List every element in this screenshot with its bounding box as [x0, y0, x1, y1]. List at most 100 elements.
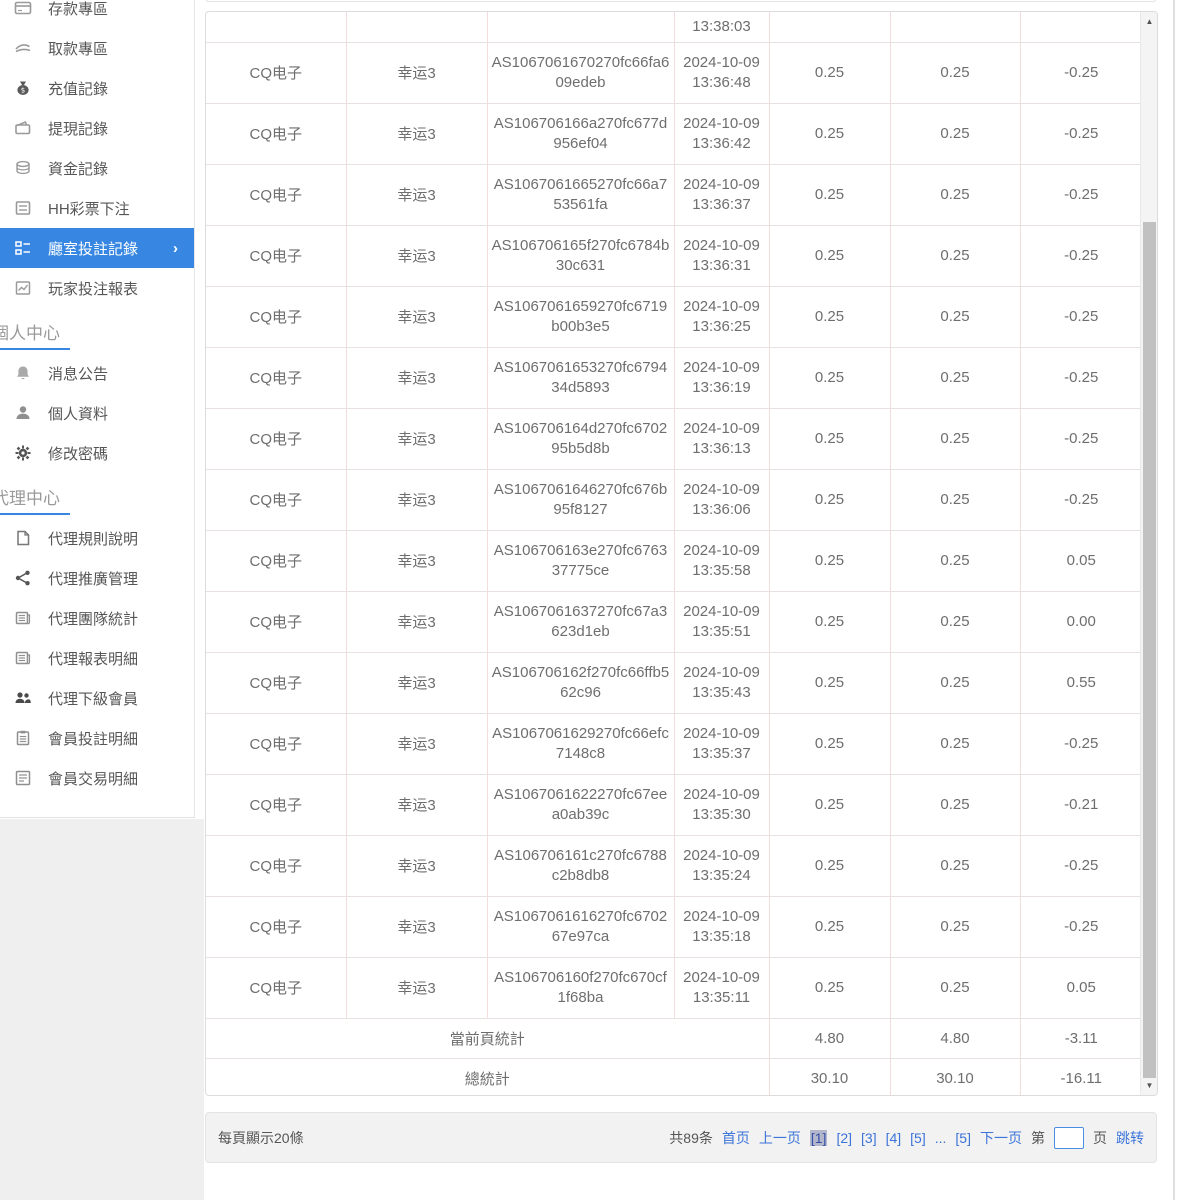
cell-valid-bet: 0.25: [890, 347, 1020, 408]
cell-game: 幸运3: [346, 896, 487, 957]
sidebar-item-agent-team-stats[interactable]: 代理團隊統計: [0, 598, 194, 638]
sidebar-section-agent-center: 代理中心: [0, 478, 194, 518]
sidebar-item-label: 代理下級會員: [48, 688, 138, 709]
first-page-link[interactable]: 首页: [722, 1128, 750, 1148]
sidebar-item-withdrawal-records[interactable]: 提現記錄: [0, 108, 194, 148]
cell-order-id: AS106706166a270fc677d956ef04: [487, 103, 674, 164]
page-number-4[interactable]: [4]: [886, 1130, 902, 1146]
cell-win-loss: -0.25: [1020, 103, 1142, 164]
page-number-3[interactable]: [3]: [861, 1130, 877, 1146]
sidebar-item-agent-rules[interactable]: 代理規則說明: [0, 518, 194, 558]
cell-bet: 0.25: [769, 591, 890, 652]
cell-provider: CQ电子: [206, 530, 346, 591]
cell-win-loss: -0.25: [1020, 896, 1142, 957]
sidebar-item-recharge-records[interactable]: $ 充值記錄: [0, 68, 194, 108]
sidebar-item-announcements[interactable]: 消息公告: [0, 353, 194, 393]
cell-datetime: 2024-10-09 13:36:31: [674, 225, 769, 286]
cell-win-loss: -0.25: [1020, 835, 1142, 896]
cell-game: [346, 12, 487, 42]
cell-datetime: 2024-10-09 13:36:37: [674, 164, 769, 225]
table-row: CQ电子 幸运3 AS1067061653270fc679434d5893 20…: [206, 347, 1142, 408]
summary-win-loss: -16.11: [1020, 1058, 1142, 1096]
per-page-label: 每頁顯示20條: [218, 1128, 304, 1148]
cell-win-loss: -0.25: [1020, 347, 1142, 408]
sidebar-item-profile[interactable]: 個人資料: [0, 393, 194, 433]
cell-win-loss: -0.25: [1020, 164, 1142, 225]
table-scrollbar[interactable]: ▲ ▼: [1140, 12, 1157, 1095]
sidebar-item-withdraw-zone[interactable]: 取款專區: [0, 28, 194, 68]
sidebar-item-player-bet-report[interactable]: 玩家投注報表: [0, 268, 194, 308]
page-ellipsis[interactable]: ...: [935, 1130, 947, 1146]
cell-order-id: AS106706160f270fc670cf1f68ba: [487, 957, 674, 1018]
cell-order-id: [487, 12, 674, 42]
scrollbar-thumb[interactable]: [1143, 222, 1156, 1078]
sidebar-item-funds-records[interactable]: 資金記錄: [0, 148, 194, 188]
jump-prefix-label: 第: [1031, 1128, 1045, 1148]
jump-page-input[interactable]: [1054, 1127, 1084, 1149]
scrollbar-up-arrow-icon[interactable]: ▲: [1141, 13, 1158, 30]
recharge-bag-icon: $: [14, 79, 32, 97]
cell-valid-bet: 0.25: [890, 591, 1020, 652]
page-number-5[interactable]: [5]: [910, 1130, 926, 1146]
cell-bet: 0.25: [769, 530, 890, 591]
table-row: CQ电子 幸运3 AS1067061616270fc670267e97ca 20…: [206, 896, 1142, 957]
sidebar-item-agent-report-detail[interactable]: 代理報表明細: [0, 638, 194, 678]
sidebar-item-label: 玩家投注報表: [48, 278, 138, 299]
sidebar-item-agent-sub-members[interactable]: 代理下級會員: [0, 678, 194, 718]
cell-game: 幸运3: [346, 469, 487, 530]
cell-provider: CQ电子: [206, 42, 346, 103]
bet-records-table: 13:38:03 CQ电子 幸运3 AS1067061670270fc66fa6…: [206, 12, 1142, 1096]
summary-win-loss: -3.11: [1020, 1018, 1142, 1058]
scrollbar-down-arrow-icon[interactable]: ▼: [1141, 1077, 1158, 1094]
cell-valid-bet: 0.25: [890, 103, 1020, 164]
cell-datetime: 2024-10-09 13:35:51: [674, 591, 769, 652]
cell-datetime: 2024-10-09 13:35:37: [674, 713, 769, 774]
cell-order-id: AS106706162f270fc66ffb562c96: [487, 652, 674, 713]
sidebar-item-deposit-zone[interactable]: 存款專區: [0, 0, 194, 28]
page-number-last[interactable]: [5]: [955, 1130, 971, 1146]
withdraw-hand-icon: [14, 39, 32, 57]
table-row: CQ电子 幸运3 AS1067061646270fc676b95f8127 20…: [206, 469, 1142, 530]
page-number-1-current[interactable]: [1]: [810, 1130, 828, 1146]
next-page-link[interactable]: 下一页: [980, 1128, 1022, 1148]
sidebar-item-room-bet-records[interactable]: 廳室投註記錄 ›: [0, 228, 194, 268]
cell-game: 幸运3: [346, 835, 487, 896]
document-icon: [14, 529, 32, 547]
lottery-list-icon: [14, 199, 32, 217]
cell-bet: 0.25: [769, 652, 890, 713]
cell-provider: CQ电子: [206, 408, 346, 469]
summary-bet: 30.10: [769, 1058, 890, 1096]
table-row: CQ电子 幸运3 AS106706163e270fc676337775ce 20…: [206, 530, 1142, 591]
cell-win-loss: -0.25: [1020, 42, 1142, 103]
cell-win-loss: -0.25: [1020, 469, 1142, 530]
pagination-bar: 每頁顯示20條 共89条 首页 上一页 [1] [2] [3] [4] [5] …: [205, 1112, 1157, 1163]
table-summary: 當前頁統計 4.80 4.80 -3.11 總統計 30.10 30.10 -1…: [206, 1018, 1142, 1096]
prev-page-link[interactable]: 上一页: [759, 1128, 801, 1148]
sidebar-item-label: 提現記錄: [48, 118, 108, 139]
cell-bet: 0.25: [769, 103, 890, 164]
cell-valid-bet: 0.25: [890, 469, 1020, 530]
sidebar-item-agent-promotion[interactable]: 代理推廣管理: [0, 558, 194, 598]
total-count-label: 共89条: [669, 1128, 713, 1148]
sidebar-item-change-password[interactable]: 修改密碼: [0, 433, 194, 473]
sidebar-item-hh-lottery-bet[interactable]: HH彩票下注: [0, 188, 194, 228]
bell-icon: [14, 364, 32, 382]
sidebar-item-member-transaction-detail[interactable]: 會員交易明細: [0, 758, 194, 798]
table-row: CQ电子 幸运3 AS106706166a270fc677d956ef04 20…: [206, 103, 1142, 164]
cell-bet: 0.25: [769, 835, 890, 896]
cell-game: 幸运3: [346, 286, 487, 347]
summary-row-total: 總統計 30.10 30.10 -16.11: [206, 1058, 1142, 1096]
cell-order-id: AS1067061622270fc67eea0ab39c: [487, 774, 674, 835]
cell-game: 幸运3: [346, 774, 487, 835]
sidebar-item-label: 取款專區: [48, 38, 108, 59]
jump-button[interactable]: 跳转: [1116, 1128, 1144, 1148]
cell-bet: 0.25: [769, 42, 890, 103]
table-row: CQ电子 幸运3 AS106706160f270fc670cf1f68ba 20…: [206, 957, 1142, 1018]
cell-win-loss: 0.00: [1020, 591, 1142, 652]
sidebar-item-label: 資金記錄: [48, 158, 108, 179]
sidebar-item-label: 修改密碼: [48, 443, 108, 464]
page-number-2[interactable]: [2]: [836, 1130, 852, 1146]
pagination-controls: 共89条 首页 上一页 [1] [2] [3] [4] [5] ... [5] …: [669, 1127, 1144, 1149]
cell-datetime: 2024-10-09 13:36:13: [674, 408, 769, 469]
sidebar-item-member-bet-detail[interactable]: 會員投註明細: [0, 718, 194, 758]
